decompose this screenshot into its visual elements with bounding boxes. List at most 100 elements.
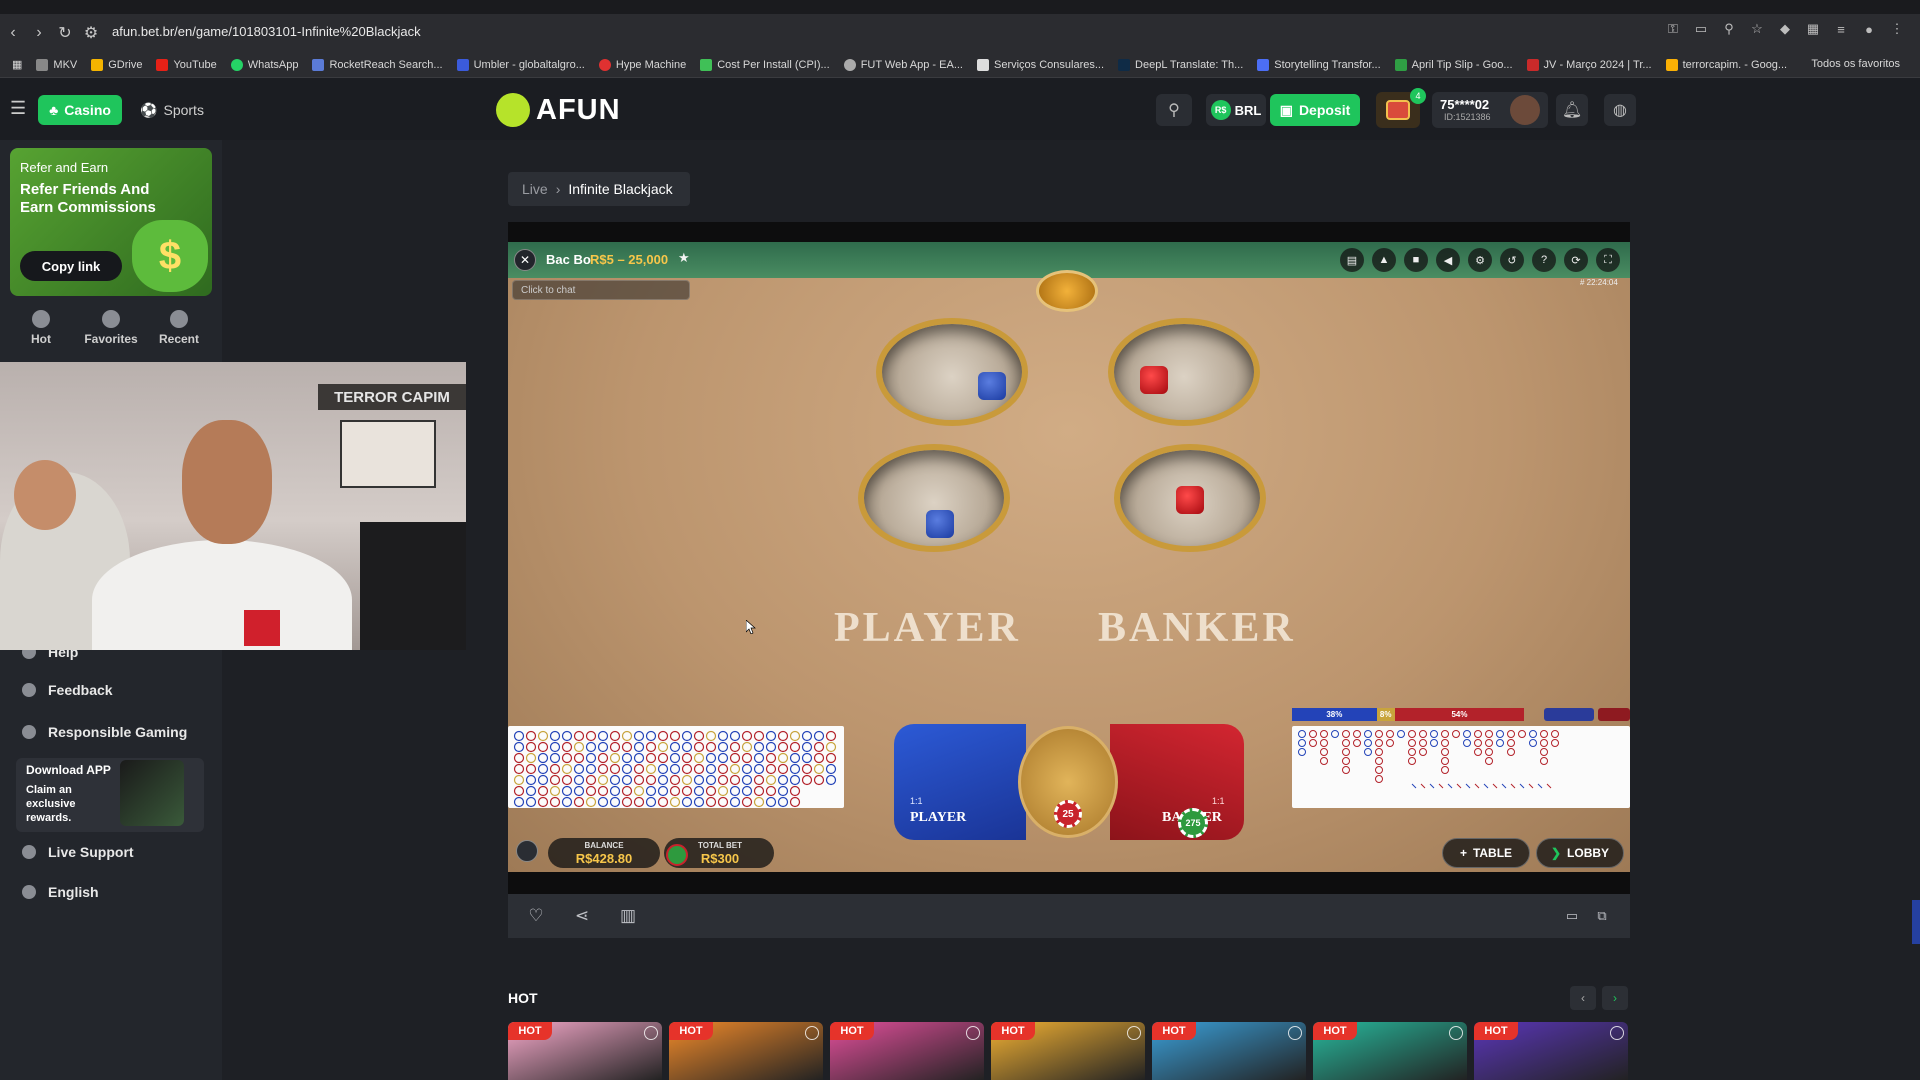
chevron-left-icon[interactable]: ‹ <box>1570 986 1596 1010</box>
language-button[interactable]: ◍ <box>1604 94 1636 126</box>
deposit-button[interactable]: ▣ Deposit <box>1270 94 1360 126</box>
big-road-scoreboard[interactable] <box>1292 726 1630 808</box>
extension-icon[interactable]: ◆ <box>1776 20 1794 38</box>
currency-selector[interactable]: R$ BRL <box>1206 94 1266 126</box>
video-icon[interactable]: ■ <box>1404 248 1428 272</box>
theater-mode-icon[interactable]: ▭ <box>1560 904 1584 928</box>
share-icon[interactable]: ⋖ <box>570 904 594 928</box>
sports-tab[interactable]: ⚽ Sports <box>132 95 212 125</box>
favorite-icon[interactable] <box>1127 1026 1141 1040</box>
chat-icon[interactable]: ▤ <box>1340 248 1364 272</box>
casino-tab[interactable]: ♣ Casino <box>38 95 122 125</box>
avatar[interactable] <box>1510 95 1540 125</box>
back-icon[interactable]: ‹ <box>0 20 26 46</box>
kebab-menu-icon[interactable]: ⋮ <box>1888 20 1906 38</box>
bookmark-deepl[interactable]: DeepL Translate: Th... <box>1118 58 1243 71</box>
bookmark-fut[interactable]: FUT Web App - EA... <box>843 58 963 71</box>
star-icon[interactable]: ☆ <box>1748 20 1766 38</box>
sidebar-tab-hot[interactable]: Hot <box>6 308 76 352</box>
chevron-right-icon[interactable]: › <box>1602 986 1628 1010</box>
help-icon[interactable]: ? <box>1532 248 1556 272</box>
hot-game-card[interactable]: HOT <box>1152 1022 1306 1080</box>
bookmark-hype-machine[interactable]: Hype Machine <box>598 58 686 71</box>
notifications-button[interactable]: 🔔︎ <box>1556 94 1588 126</box>
puzzle-icon[interactable]: ▦ <box>1804 20 1822 38</box>
warning-icon[interactable]: ▲ <box>1372 248 1396 272</box>
site-info-icon[interactable]: ⚙ <box>78 20 104 46</box>
chat-input[interactable]: Click to chat <box>512 280 690 300</box>
sidebar-tab-favorites[interactable]: Favorites <box>76 308 146 352</box>
big-road-result <box>1342 766 1350 774</box>
sidebar-link-live-support[interactable]: Live Support <box>22 841 134 863</box>
derived-road-mark <box>1546 783 1552 789</box>
bookmark-cpi[interactable]: Cost Per Install (CPI)... <box>700 58 830 71</box>
bead-road-result <box>561 730 573 742</box>
bookmark-whatsapp[interactable]: WhatsApp <box>230 58 298 71</box>
favorite-icon[interactable] <box>805 1026 819 1040</box>
favorite-game-icon[interactable]: ★ <box>678 250 690 266</box>
add-table-button[interactable]: + TABLE <box>1442 838 1530 868</box>
bookmark-april-tip[interactable]: April Tip Slip - Goo... <box>1394 58 1513 71</box>
bookmark-storytelling[interactable]: Storytelling Transfor... <box>1257 58 1381 71</box>
sidebar-tab-recent[interactable]: Recent <box>144 308 214 352</box>
cast-icon[interactable]: ▭ <box>1692 20 1710 38</box>
profile-icon[interactable]: ● <box>1860 20 1878 38</box>
heart-icon[interactable]: ♡ <box>524 904 548 928</box>
breadcrumb-live[interactable]: Live <box>522 181 548 197</box>
bead-road-scoreboard[interactable] <box>508 726 844 808</box>
url-field[interactable]: afun.bet.br/en/game/101803101-Infinite%2… <box>112 24 1612 42</box>
apps-icon[interactable]: ▦ <box>12 58 22 71</box>
bookmark-servicos[interactable]: Serviços Consulares... <box>977 58 1104 71</box>
history-icon[interactable]: ↺ <box>1500 248 1524 272</box>
favorite-icon[interactable] <box>966 1026 980 1040</box>
fullscreen-icon[interactable]: ⛶ <box>1596 248 1620 272</box>
rotate-icon[interactable]: ⟳ <box>1564 248 1588 272</box>
bookmark-umbler[interactable]: Umbler - globaltalgro... <box>456 58 585 71</box>
bead-road-result <box>525 774 537 786</box>
media-icon[interactable]: ≡ <box>1832 20 1850 38</box>
stats-icon[interactable]: ▥ <box>616 904 640 928</box>
favorite-icon[interactable] <box>1288 1026 1302 1040</box>
all-bookmarks-folder[interactable]: Todos os favoritos <box>1811 58 1900 70</box>
bookmark-jv[interactable]: JV - Março 2024 | Tr... <box>1526 58 1652 71</box>
lobby-button[interactable]: ❯ LOBBY <box>1536 838 1624 868</box>
key-icon[interactable]: ⚿ <box>1664 20 1682 38</box>
search-button[interactable]: ⚲ <box>1156 94 1192 126</box>
hot-game-card[interactable]: HOT <box>830 1022 984 1080</box>
bookmark-youtube[interactable]: YouTube <box>156 58 217 71</box>
bead-road-result <box>621 763 633 775</box>
bookmark-mkv[interactable]: MKV <box>36 58 77 71</box>
favorite-icon[interactable] <box>644 1026 658 1040</box>
result-stats-bar: 38% 8% 54% <box>1292 708 1630 721</box>
bookmark-terrorcapim[interactable]: terrorcapim. - Goog... <box>1665 58 1787 71</box>
close-game-icon[interactable]: ✕ <box>514 249 536 271</box>
favorite-icon[interactable] <box>1449 1026 1463 1040</box>
bead-road-result <box>741 785 753 797</box>
bookmark-gdrive[interactable]: GDrive <box>91 58 142 71</box>
player-prediction-chip[interactable] <box>1544 708 1595 721</box>
zoom-icon[interactable]: ⚲ <box>1720 20 1738 38</box>
sidebar-link-responsible-gaming[interactable]: Responsible Gaming <box>22 721 187 743</box>
hamburger-menu-icon[interactable]: ☰ <box>10 98 30 118</box>
banker-prediction-chip[interactable] <box>1598 708 1630 721</box>
sidebar-link-language[interactable]: English <box>22 881 99 903</box>
hot-game-card[interactable]: HOT <box>1313 1022 1467 1080</box>
reload-icon[interactable]: ↻ <box>52 20 78 46</box>
copy-link-button[interactable]: Copy link <box>20 251 122 281</box>
red-die <box>1176 486 1204 514</box>
site-logo[interactable]: AFUN <box>496 92 621 128</box>
settings-icon[interactable]: ⚙ <box>1468 248 1492 272</box>
popout-icon[interactable]: ⧉ <box>1590 904 1614 928</box>
big-road-result <box>1463 730 1471 738</box>
sidebar-link-feedback[interactable]: Feedback <box>22 679 113 701</box>
hot-game-card[interactable]: HOT <box>508 1022 662 1080</box>
favorite-icon[interactable] <box>1610 1026 1624 1040</box>
hot-game-card[interactable]: HOT <box>669 1022 823 1080</box>
chip-selector-icon[interactable] <box>516 840 538 862</box>
forward-icon[interactable]: › <box>26 20 52 46</box>
hot-game-card[interactable]: HOT <box>991 1022 1145 1080</box>
hot-game-card[interactable]: HOT <box>1474 1022 1628 1080</box>
bookmark-rocketreach[interactable]: RocketReach Search... <box>312 58 443 71</box>
volume-icon[interactable]: ◀ <box>1436 248 1460 272</box>
derived-road-mark <box>1411 783 1417 789</box>
